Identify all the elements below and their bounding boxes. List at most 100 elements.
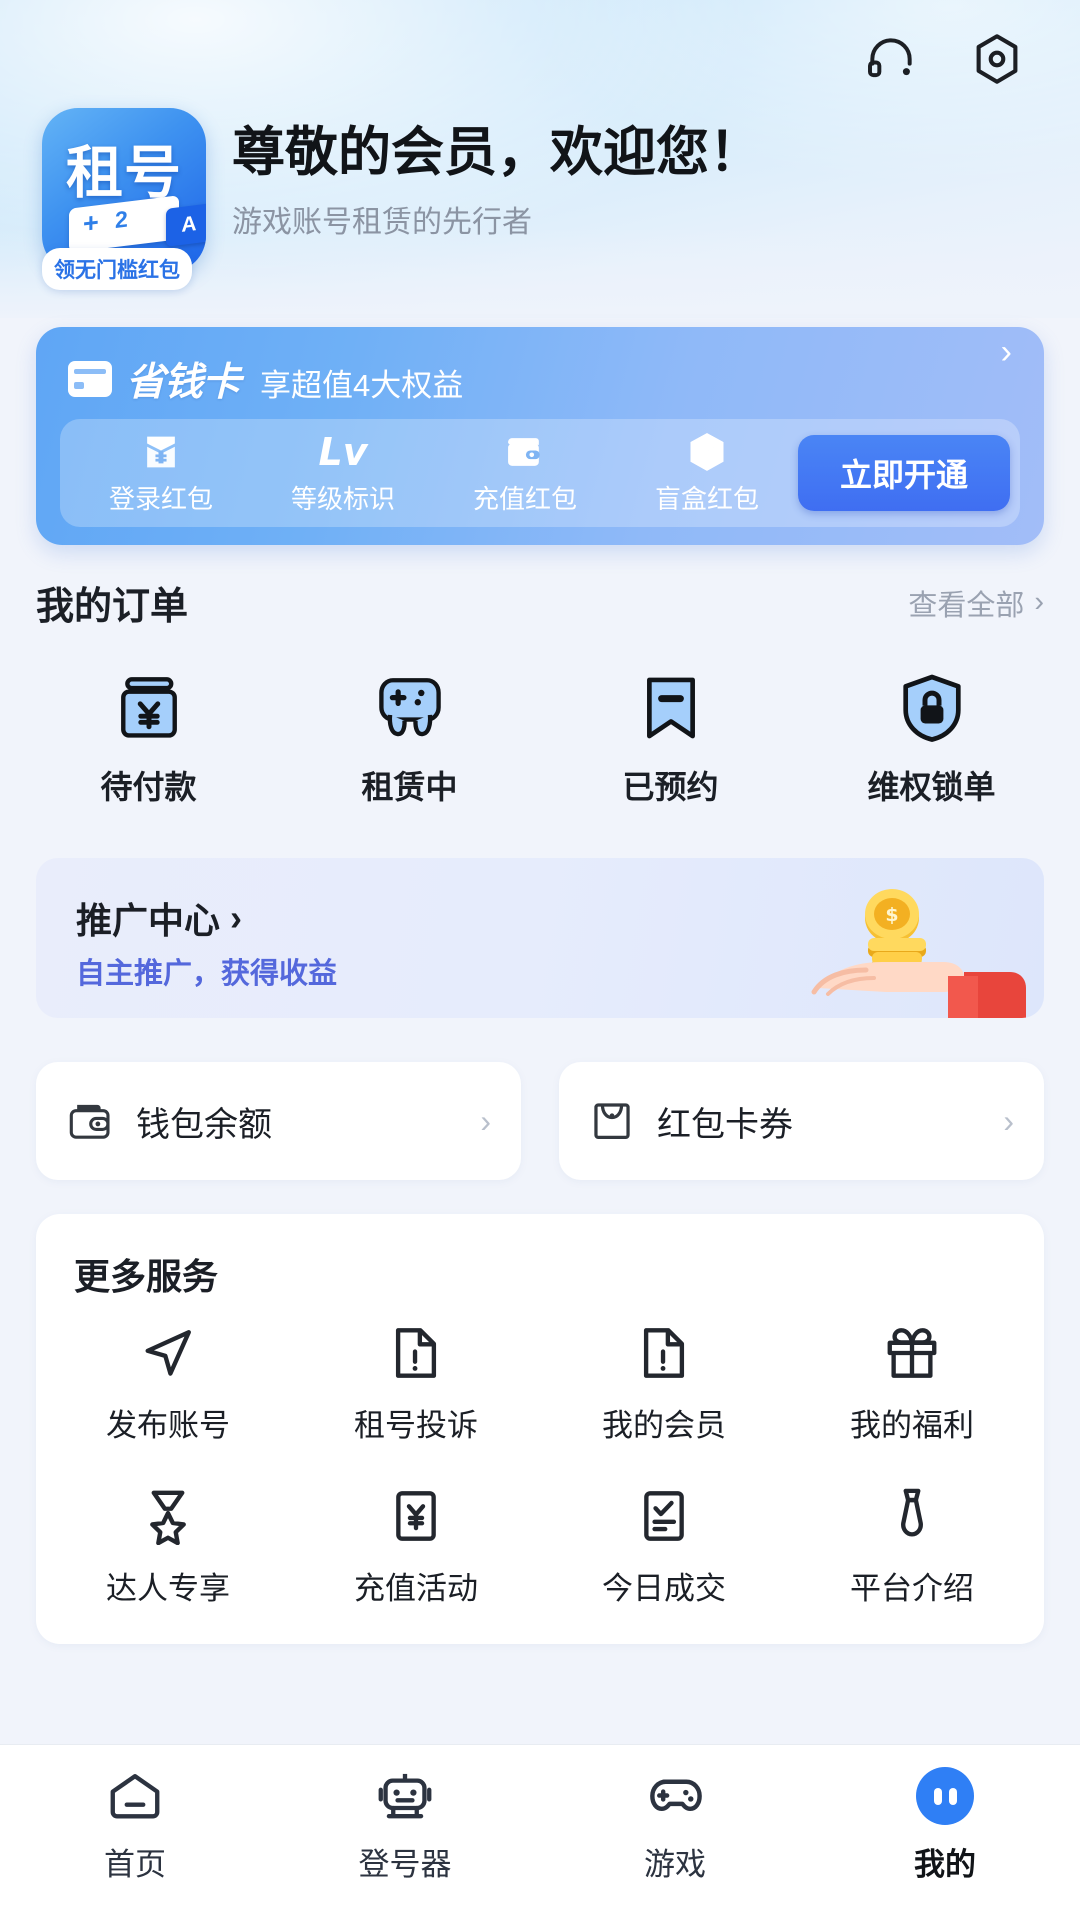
blind-box-icon <box>687 431 727 473</box>
service-publish-account[interactable]: 发布账号 <box>44 1322 292 1445</box>
envelope-icon <box>589 1100 635 1142</box>
bookmark-reserved-icon <box>638 672 704 744</box>
benefit-label: 盲盒红包 <box>654 483 759 514</box>
wallet-row: 钱包余额 › 红包卡券 › <box>36 1062 1044 1180</box>
order-reserved[interactable]: 已预约 <box>540 672 801 808</box>
service-expert-exclusive[interactable]: 达人专享 <box>44 1485 292 1608</box>
coupon-label: 红包卡券 <box>657 1105 793 1144</box>
send-plane-icon <box>138 1322 198 1384</box>
gamepad-renting-icon <box>371 672 449 744</box>
chevron-right-icon: › <box>1034 586 1044 618</box>
gamepad-icon <box>643 1767 707 1825</box>
order-label: 维权锁单 <box>867 769 996 805</box>
service-label: 我的福利 <box>850 1408 974 1443</box>
promotion-subtitle: 自主推广，获得收益 <box>76 958 338 990</box>
wallet-balance-card[interactable]: 钱包余额 › <box>36 1062 521 1180</box>
nav-label: 首页 <box>104 1847 166 1882</box>
more-services-title: 更多服务 <box>74 1256 219 1297</box>
more-services-card: 更多服务 发布账号 租号投诉 我的会员 我的福利 达人专享 充值活动 今日成交 … <box>36 1214 1044 1644</box>
service-platform-intro[interactable]: 平台介绍 <box>788 1485 1036 1608</box>
chevron-right-icon: › <box>480 1102 491 1139</box>
nav-item-home[interactable]: 首页 <box>0 1767 270 1884</box>
orders-title: 我的订单 <box>36 586 189 628</box>
avatar-tag: A <box>166 203 206 247</box>
benefit-login-packet[interactable]: 登录红包 <box>70 431 252 516</box>
service-label: 达人专享 <box>106 1571 230 1606</box>
wallet-label: 钱包余额 <box>136 1105 272 1144</box>
orders-header: 我的订单 查看全部 › <box>36 575 1044 630</box>
benefit-label: 等级标识 <box>290 483 395 514</box>
service-label: 我的会员 <box>602 1408 726 1443</box>
settings-icon[interactable] <box>966 28 1028 90</box>
save-card-brand: 省钱卡 <box>126 361 241 404</box>
order-label: 已预约 <box>622 769 719 805</box>
benefit-blindbox-packet[interactable]: 盲盒红包 <box>616 431 798 516</box>
yen-document-icon <box>390 1485 442 1547</box>
service-my-benefits[interactable]: 我的福利 <box>788 1322 1036 1445</box>
benefit-label: 充值红包 <box>472 483 577 514</box>
save-card-benefits: 登录红包 Lv 等级标识 充值红包 盲盒红包 立即开通 <box>60 419 1020 527</box>
greeting-title: 尊敬的会员，欢迎您！ <box>232 123 762 182</box>
save-card-banner[interactable]: 省钱卡 享超值4大权益 › 登录红包 Lv 等级标识 充值红包 盲盒红包 立即开… <box>36 327 1044 545</box>
coupon-card[interactable]: 红包卡券 › <box>559 1062 1044 1180</box>
save-card-desc: 享超值4大权益 <box>260 367 464 403</box>
promotion-title: 推广中心 › <box>76 892 242 944</box>
order-label: 租赁中 <box>361 769 458 805</box>
service-my-membership[interactable]: 我的会员 <box>540 1322 788 1445</box>
orders-row: 待付款 租赁中 已预约 维权锁单 <box>18 672 1062 808</box>
header-actions <box>860 28 1028 90</box>
header: 租号 A 领无门槛红包 尊敬的会员，欢迎您！ 游戏账号租赁的先行者 <box>0 0 1080 318</box>
order-label: 待付款 <box>100 769 197 805</box>
medal-star-icon <box>142 1485 194 1547</box>
shield-lock-icon <box>896 672 968 744</box>
benefit-label: 登录红包 <box>108 483 213 514</box>
avatar-badge[interactable]: 领无门槛红包 <box>42 248 192 290</box>
nav-item-games[interactable]: 游戏 <box>540 1767 810 1884</box>
service-today-deals[interactable]: 今日成交 <box>540 1485 788 1608</box>
promotion-title-text: 推广中心 <box>76 900 221 941</box>
bottom-navbar: 首页 登号器 游戏 我的 <box>0 1744 1080 1920</box>
nav-label: 游戏 <box>644 1847 706 1882</box>
app-screen: 租号 A 领无门槛红包 尊敬的会员，欢迎您！ 游戏账号租赁的先行者 省钱卡 享超… <box>0 0 1080 1920</box>
service-label: 租号投诉 <box>354 1408 478 1443</box>
promotion-center-banner[interactable]: 推广中心 › 自主推广，获得收益 $ <box>36 858 1044 1018</box>
service-label: 发布账号 <box>106 1408 230 1443</box>
benefit-recharge-packet[interactable]: 充值红包 <box>434 431 616 516</box>
nav-item-login-tool[interactable]: 登号器 <box>270 1767 540 1884</box>
service-label: 今日成交 <box>602 1571 726 1606</box>
order-locked-dispute[interactable]: 维权锁单 <box>801 672 1062 808</box>
chevron-right-icon: › <box>1003 1102 1014 1139</box>
wallet-icon <box>66 1099 114 1143</box>
level-glyph: Lv <box>318 429 368 474</box>
order-renting[interactable]: 租赁中 <box>279 672 540 808</box>
wallet-icon <box>505 431 545 473</box>
coins-in-hand-illustration: $ <box>696 876 1026 1018</box>
orders-see-all-link[interactable]: 查看全部 › <box>908 582 1044 624</box>
see-all-label: 查看全部 <box>908 589 1025 622</box>
svg-text:$: $ <box>885 904 898 926</box>
profile-avatar-dot <box>916 1767 974 1825</box>
benefit-level-badge[interactable]: Lv 等级标识 <box>252 431 434 516</box>
profile-block: 租号 A 领无门槛红包 尊敬的会员，欢迎您！ 游戏账号租赁的先行者 <box>42 108 1040 290</box>
save-card-header: 省钱卡 享超值4大权益 › <box>36 327 1044 407</box>
red-packet-icon <box>142 431 180 473</box>
order-pending-payment[interactable]: 待付款 <box>18 672 279 808</box>
headset-icon[interactable] <box>860 28 922 90</box>
service-recharge-activity[interactable]: 充值活动 <box>292 1485 540 1608</box>
chevron-right-icon: › <box>230 897 243 938</box>
payment-pending-icon <box>111 672 187 744</box>
home-icon <box>106 1767 164 1825</box>
robot-icon <box>375 1767 435 1825</box>
document-alert-icon <box>637 1322 691 1384</box>
activate-card-button[interactable]: 立即开通 <box>798 435 1010 511</box>
level-icon: Lv <box>319 431 368 473</box>
avatar-wrap[interactable]: 租号 A 领无门槛红包 <box>42 108 206 290</box>
nav-label: 我的 <box>914 1847 976 1882</box>
service-label: 充值活动 <box>354 1571 478 1606</box>
avatar-logo-text: 租号 <box>66 139 182 206</box>
service-label: 平台介绍 <box>850 1571 974 1606</box>
nav-item-profile[interactable]: 我的 <box>810 1767 1080 1884</box>
service-rental-complaint[interactable]: 租号投诉 <box>292 1322 540 1445</box>
document-alert-icon <box>389 1322 443 1384</box>
chevron-right-icon[interactable]: › <box>1001 335 1012 369</box>
